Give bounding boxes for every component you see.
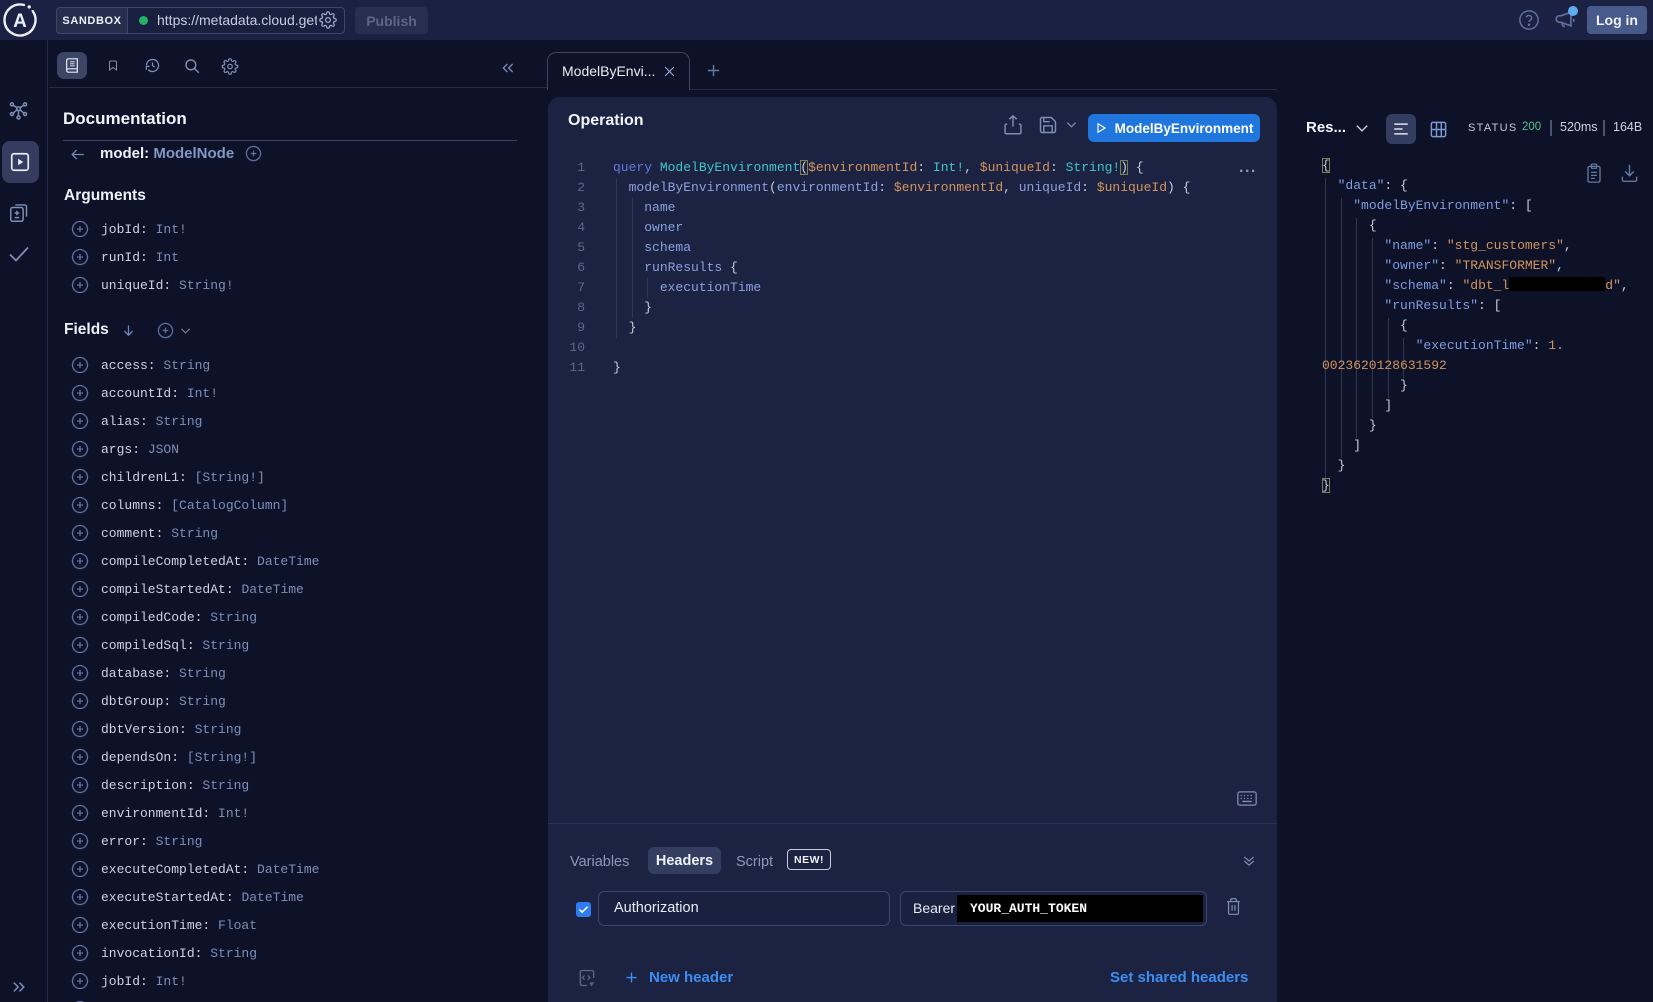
svg-text:A: A	[13, 11, 27, 32]
